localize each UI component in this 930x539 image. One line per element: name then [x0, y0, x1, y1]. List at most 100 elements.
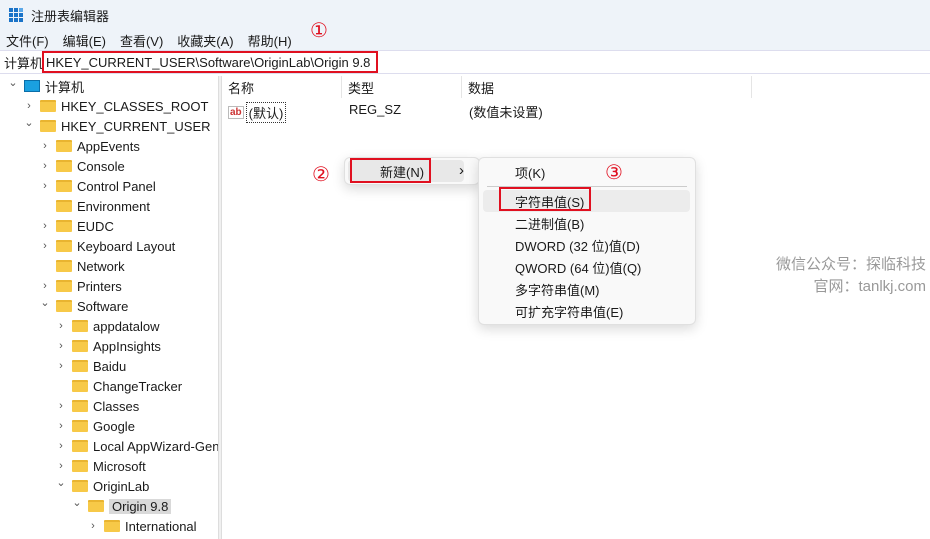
chevron-right-icon[interactable]: › — [40, 220, 50, 232]
chevron-down-icon[interactable]: ⌄ — [72, 496, 82, 509]
tree-item[interactable]: ⌄ Software — [40, 296, 128, 316]
chevron-right-icon: › — [459, 162, 464, 179]
tree-item[interactable]: › Classes — [56, 396, 139, 416]
tree-item[interactable]: › appdatalow — [56, 316, 160, 336]
tree-item[interactable]: › HKEY_CLASSES_ROOT — [24, 96, 208, 116]
highlight-string-value — [499, 187, 591, 211]
tree-item-label: Google — [93, 418, 135, 434]
string-value-icon: ab — [228, 106, 244, 119]
highlight-new — [350, 158, 431, 183]
column-type[interactable]: 类型 — [342, 76, 462, 98]
value-type: REG_SZ — [349, 102, 402, 117]
chevron-right-icon[interactable]: › — [40, 160, 50, 172]
tree-item[interactable]: ⌄ HKEY_CURRENT_USER — [24, 116, 211, 136]
tree-item-label: appdatalow — [93, 318, 160, 334]
annotation-1: ① — [310, 20, 328, 42]
tree-item-label: EUDC — [77, 218, 114, 234]
tree-item[interactable]: › Microsoft — [56, 456, 146, 476]
folder-icon — [72, 460, 88, 472]
annotation-3: ③ — [605, 162, 623, 184]
menu-view[interactable]: 查看(V) — [120, 31, 163, 50]
tree-item-label: Software — [77, 298, 129, 314]
tree-item-label: AppInsights — [93, 338, 161, 354]
folder-icon — [56, 240, 72, 252]
tree-item-label: HKEY_CURRENT_USER — [61, 118, 211, 134]
chevron-right-icon[interactable]: › — [56, 420, 66, 432]
address-path[interactable]: HKEY_CURRENT_USER\Software\OriginLab\Ori… — [42, 51, 379, 73]
tree-item[interactable]: ⌄ OriginLab — [56, 476, 149, 496]
chevron-down-icon[interactable]: ⌄ — [8, 76, 18, 89]
chevron-down-icon[interactable]: ⌄ — [56, 476, 66, 489]
tree-item[interactable]: › Keyboard Layout — [40, 236, 175, 256]
tree-item-label: HKEY_CLASSES_ROOT — [61, 98, 209, 114]
tree-item[interactable]: › Baidu — [56, 356, 126, 376]
menu-file[interactable]: 文件(F) — [6, 31, 49, 50]
address-bar[interactable]: 计算机 HKEY_CURRENT_USER\Software\OriginLab… — [0, 50, 930, 74]
address-label: 计算机 — [4, 55, 44, 71]
submenu-item-qword[interactable]: QWORD (64 位)值(Q) — [515, 256, 641, 278]
tree-item[interactable]: ChangeTracker — [56, 376, 182, 396]
folder-icon — [104, 520, 120, 532]
tree-item-label: International — [125, 518, 197, 534]
chevron-right-icon[interactable]: › — [24, 100, 34, 112]
tree-item-label: Network — [77, 258, 125, 274]
column-name[interactable]: 名称 — [222, 76, 342, 98]
chevron-down-icon[interactable]: ⌄ — [40, 296, 50, 309]
tree-item[interactable]: Network — [40, 256, 125, 276]
chevron-right-icon[interactable]: › — [56, 400, 66, 412]
chevron-right-icon[interactable]: › — [56, 460, 66, 472]
tree-item[interactable]: › AppEvents — [40, 136, 140, 156]
chevron-right-icon[interactable]: › — [40, 180, 50, 192]
folder-icon — [72, 340, 88, 352]
submenu-item-multistring[interactable]: 多字符串值(M) — [515, 278, 600, 300]
menu-favorites[interactable]: 收藏夹(A) — [177, 31, 233, 50]
watermark: 微信公众号：探临科技 官网：tanlkj.com — [776, 254, 926, 298]
column-data[interactable]: 数据 — [462, 76, 752, 98]
chevron-right-icon[interactable]: › — [88, 520, 98, 532]
submenu-item-key[interactable]: 项(K) — [515, 161, 545, 183]
chevron-right-icon[interactable]: › — [40, 140, 50, 152]
chevron-right-icon[interactable]: › — [56, 340, 66, 352]
regedit-icon — [9, 8, 23, 22]
folder-icon — [72, 400, 88, 412]
submenu-item-dword[interactable]: DWORD (32 位)值(D) — [515, 234, 640, 256]
folder-icon — [56, 280, 72, 292]
chevron-down-icon[interactable]: ⌄ — [24, 116, 34, 129]
tree-item[interactable]: › AppInsights — [56, 336, 161, 356]
tree-item[interactable]: › International — [88, 516, 197, 536]
chevron-right-icon[interactable]: › — [56, 320, 66, 332]
window-title: 注册表编辑器 — [31, 8, 110, 24]
submenu-item-binary[interactable]: 二进制值(B) — [515, 212, 584, 234]
tree-item-label: 计算机 — [45, 79, 85, 95]
tree-item[interactable]: Environment — [40, 196, 150, 216]
tree-item[interactable]: › Console — [40, 156, 125, 176]
folder-icon — [72, 380, 88, 392]
value-row[interactable]: ab (默认) — [228, 102, 287, 123]
tree-item-label: AppEvents — [77, 138, 140, 154]
folder-icon — [56, 200, 72, 212]
value-name: (默认) — [245, 102, 287, 123]
tree-item[interactable]: ⌄ 计算机 — [8, 76, 84, 96]
menu-bar: 文件(F) 编辑(E) 查看(V) 收藏夹(A) 帮助(H) — [0, 30, 930, 50]
tree-item[interactable]: › EUDC — [40, 216, 114, 236]
tree-item-label: Control Panel — [77, 178, 156, 194]
chevron-right-icon[interactable]: › — [56, 440, 66, 452]
tree-item[interactable]: › Printers — [40, 276, 122, 296]
tree-item-label: OriginLab — [93, 478, 150, 494]
menu-edit[interactable]: 编辑(E) — [63, 31, 106, 50]
chevron-right-icon[interactable]: › — [56, 360, 66, 372]
folder-icon — [40, 120, 56, 132]
tree-item-label: Environment — [77, 198, 150, 214]
annotation-2: ② — [312, 164, 330, 186]
tree-item[interactable]: › Local AppWizard-Generated Applications — [56, 436, 218, 456]
chevron-right-icon[interactable]: › — [40, 280, 50, 292]
folder-icon — [72, 480, 88, 492]
menu-help[interactable]: 帮助(H) — [248, 31, 292, 50]
tree-item[interactable]: ⌄ Origin 9.8 — [72, 496, 172, 516]
tree-item[interactable]: › Control Panel — [40, 176, 156, 196]
submenu-item-expandstring[interactable]: 可扩充字符串值(E) — [515, 300, 623, 322]
tree-item[interactable]: › Google — [56, 416, 135, 436]
chevron-right-icon[interactable]: › — [40, 240, 50, 252]
tree-item-label: Keyboard Layout — [77, 238, 176, 254]
tree-pane[interactable]: ⌄ 计算机 › HKEY_CLASSES_ROOT ⌄ HKEY_CURRENT_USER… — [0, 76, 218, 539]
